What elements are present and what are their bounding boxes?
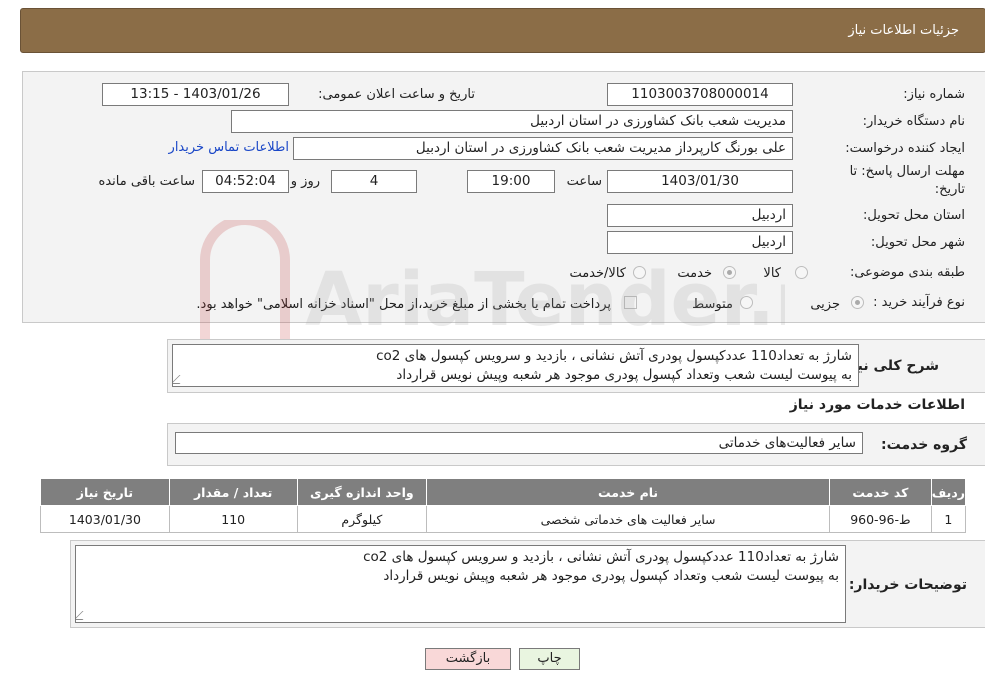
category-both-radio[interactable] [633, 266, 646, 279]
creator-label: ایجاد کننده درخواست: [845, 141, 965, 156]
deadline-label-2: تاریخ: [934, 182, 965, 197]
process-minor-label: جزیی [810, 297, 840, 312]
treasury-checkbox[interactable] [624, 296, 637, 309]
category-service-radio[interactable] [723, 266, 736, 279]
category-label: طبقه بندی موضوعی: [849, 265, 965, 280]
deadline-time-field: 19:00 [467, 170, 555, 193]
category-goods-label: کالا [763, 266, 781, 281]
remaining-field: 04:52:04 [202, 170, 289, 193]
print-button[interactable]: چاپ [519, 648, 580, 670]
announce-label: تاریخ و ساعت اعلان عمومی: [318, 87, 475, 102]
category-goods-radio[interactable] [795, 266, 808, 279]
buyer-field: مدیریت شعب بانک کشاورزی در استان اردبیل [231, 110, 793, 133]
col-unit: واحد اندازه گیری [296, 478, 428, 506]
page-header: جزئیات اطلاعات نیاز [20, 8, 985, 53]
cell-qty: 110 [168, 505, 298, 533]
category-service-label: خدمت [677, 266, 712, 281]
process-medium-label: متوسط [692, 297, 733, 312]
services-section-title: اطلاعات خدمات مورد نیاز [789, 397, 965, 413]
col-date: تاریخ نیاز [40, 478, 170, 506]
need-number-field: 1103003708000014 [607, 83, 793, 106]
col-row: ردیف [930, 478, 967, 506]
cell-name: سایر فعالیت های خدماتی شخصی [426, 505, 830, 533]
buyer-notes-line-1: شارژ به تعداد110 عددکپسول پودری آتش نشان… [363, 549, 839, 565]
service-group-field: سایر فعالیت‌های خدماتی [175, 432, 863, 454]
creator-field: علی بورنگ کارپرداز مدیریت شعب بانک کشاور… [293, 137, 793, 160]
time-label: ساعت [566, 174, 602, 189]
page-title: جزئیات اطلاعات نیاز [848, 23, 959, 38]
summary-line-1: شارژ به تعداد110 عددکپسول پودری آتش نشان… [376, 348, 852, 364]
services-table: ردیف کد خدمت نام خدمت واحد اندازه گیری ت… [40, 478, 967, 533]
cell-code: ط-96-960 [828, 505, 932, 533]
province-label: استان محل تحویل: [863, 208, 965, 223]
buyer-notes-textarea[interactable]: شارژ به تعداد110 عددکپسول پودری آتش نشان… [75, 545, 846, 623]
city-field: اردبیل [607, 231, 793, 254]
category-both-label: کالا/خدمت [569, 266, 626, 281]
col-code: کد خدمت [828, 478, 932, 506]
deadline-date-field: 1403/01/30 [607, 170, 793, 193]
process-minor-radio[interactable] [851, 296, 864, 309]
resize-grip-icon[interactable] [76, 611, 92, 620]
buyer-label: نام دستگاه خریدار: [862, 114, 965, 129]
need-number-label: شماره نیاز: [903, 87, 965, 102]
back-button[interactable]: بازگشت [425, 648, 511, 670]
process-medium-radio[interactable] [740, 296, 753, 309]
announce-field: 1403/01/26 - 13:15 [102, 83, 289, 106]
process-note: پرداخت تمام یا بخشی از مبلغ خرید،از محل … [196, 297, 611, 312]
buyer-notes-label: توضیحات خریدار: [848, 577, 967, 593]
days-field: 4 [331, 170, 417, 193]
remaining-label: ساعت باقی مانده [98, 174, 195, 189]
contact-link[interactable]: اطلاعات تماس خریدار [169, 140, 289, 155]
summary-line-2: به پیوست لیست شعب وتعداد کپسول پودری موج… [396, 367, 852, 383]
days-label: روز و [290, 174, 320, 189]
table-row: 1 ط-96-960 سایر فعالیت های خدماتی شخصی ک… [40, 505, 967, 533]
details-panel [22, 71, 985, 323]
summary-textarea[interactable]: شارژ به تعداد110 عددکپسول پودری آتش نشان… [172, 344, 859, 387]
deadline-label: مهلت ارسال پاسخ: تا [849, 164, 965, 179]
cell-row: 1 [930, 505, 967, 533]
col-qty: تعداد / مقدار [168, 478, 298, 506]
cell-unit: کیلوگرم [296, 505, 428, 533]
col-name: نام خدمت [426, 478, 830, 506]
buyer-notes-line-2: به پیوست لیست شعب وتعداد کپسول پودری موج… [383, 568, 839, 584]
province-field: اردبیل [607, 204, 793, 227]
service-group-label: گروه خدمت: [881, 437, 967, 453]
cell-date: 1403/01/30 [40, 505, 170, 533]
city-label: شهر محل تحویل: [870, 235, 965, 250]
process-label: نوع فرآیند خرید : [873, 295, 965, 310]
